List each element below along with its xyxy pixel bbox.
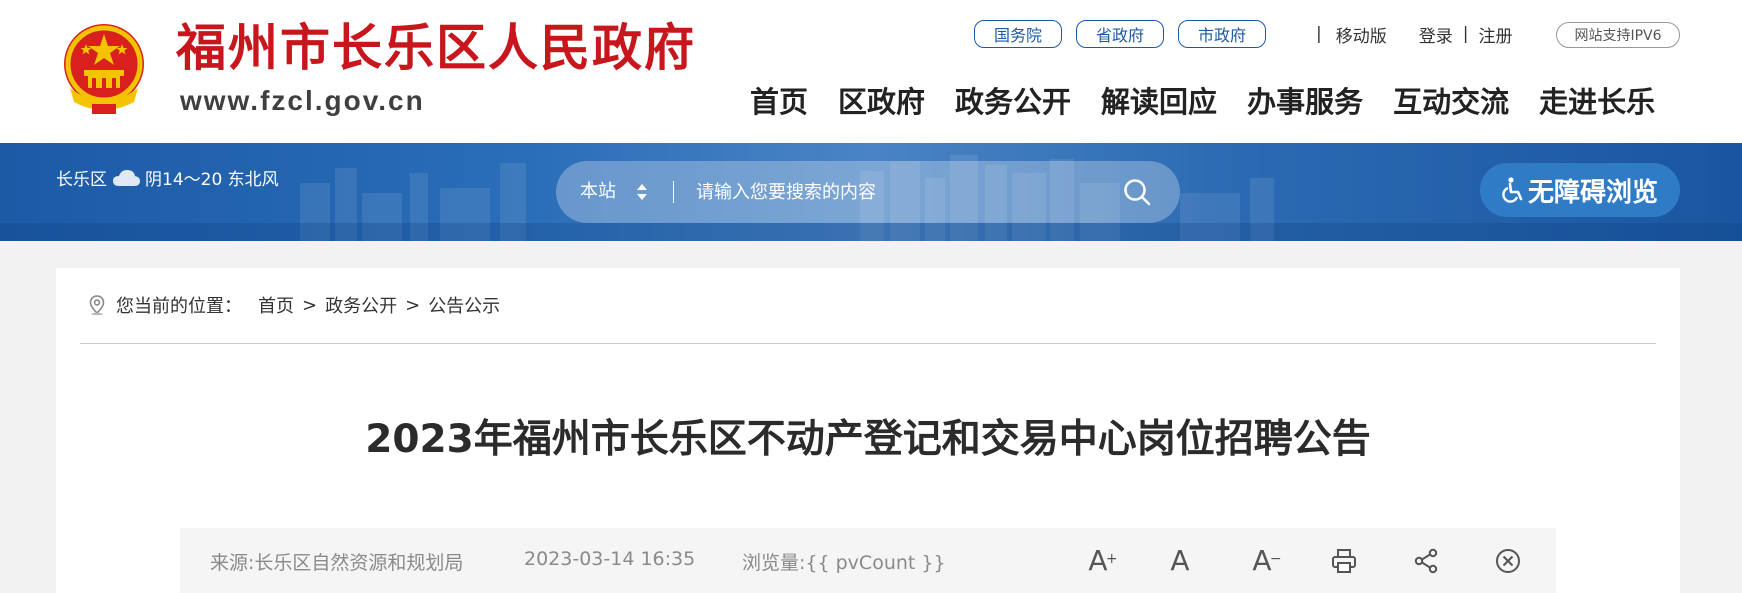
site-url: www.fzcl.gov.cn (180, 85, 425, 116)
wheelchair-icon (1502, 177, 1523, 203)
close-icon (1496, 549, 1520, 573)
close-button[interactable] (1490, 543, 1526, 579)
location-pin-icon (89, 295, 105, 316)
share-button[interactable] (1408, 543, 1444, 579)
nav-district-government[interactable]: 区政府 (838, 78, 925, 126)
mobile-version-link[interactable]: 移动版 (1336, 22, 1387, 47)
nav-interaction[interactable]: 互动交流 (1393, 78, 1509, 126)
font-increase-icon: A + (1088, 544, 1118, 577)
nav-about-changle[interactable]: 走进长乐 (1539, 78, 1655, 126)
breadcrumb-announcements[interactable]: 公告公示 (428, 292, 500, 318)
weather-text: 阴14～20 东北风 (145, 170, 279, 190)
article-card: 您当前的位置： 首页 > 政务公开 > 公告公示 2023年福州市长乐区不动产登… (56, 268, 1680, 593)
search-banner: 长乐区 阴14～20 东北风 本站 无障碍浏览 (0, 143, 1742, 241)
login-link[interactable]: 登录 (1419, 22, 1453, 47)
share-icon (1414, 548, 1438, 574)
font-reset-button[interactable]: A (1162, 543, 1198, 579)
search-icon[interactable] (1122, 177, 1152, 207)
breadcrumb-divider (80, 343, 1656, 344)
article-date: 2023-03-14 16:35 (524, 548, 696, 570)
article-title: 2023年福州市长乐区不动产登记和交易中心岗位招聘公告 (365, 417, 1371, 462)
printer-icon (1332, 549, 1356, 573)
link-city-government[interactable]: 市政府 (1178, 20, 1266, 48)
register-link[interactable]: 注册 (1478, 22, 1512, 47)
site-title[interactable]: 福州市长乐区人民政府 (176, 18, 696, 78)
breadcrumb: 您当前的位置： 首页 > 政务公开 > 公告公示 (88, 292, 500, 318)
breadcrumb-label: 您当前的位置： (116, 296, 242, 317)
breadcrumb-separator: > (302, 294, 318, 316)
font-decrease-button[interactable]: A − (1244, 543, 1282, 579)
main-nav: 首页 区政府 政务公开 解读回应 办事服务 互动交流 走进长乐 (750, 78, 1655, 126)
breadcrumb-government-affairs[interactable]: 政务公开 (325, 292, 397, 318)
article-source: 来源:长乐区自然资源和规划局 (210, 552, 464, 574)
national-emblem-icon (64, 24, 144, 114)
top-links: 国务院 省政府 市政府 | 移动版 登录 | 注册 (974, 20, 1512, 48)
font-increase-button[interactable]: A + (1080, 543, 1118, 579)
nav-interpretation[interactable]: 解读回应 (1101, 78, 1217, 126)
accessibility-label: 无障碍浏览 (1527, 177, 1658, 208)
login-separator: | (1462, 24, 1469, 44)
nav-government-affairs[interactable]: 政务公开 (955, 78, 1071, 126)
link-province-government[interactable]: 省政府 (1076, 20, 1164, 48)
breadcrumb-separator: > (405, 294, 421, 316)
sort-arrows-icon[interactable] (636, 183, 648, 201)
search-divider (673, 181, 674, 203)
font-reset-icon: A (1170, 544, 1190, 577)
search-box: 本站 (556, 161, 1180, 223)
nav-services[interactable]: 办事服务 (1247, 78, 1363, 126)
site-header: 福州市长乐区人民政府 www.fzcl.gov.cn 国务院 省政府 市政府 |… (0, 0, 1742, 143)
top-separator: | (1316, 24, 1322, 44)
article-views: 浏览量:{{ pvCount }} (742, 552, 946, 574)
weather-location: 长乐区 (56, 170, 107, 190)
weather-widget: 长乐区 阴14～20 东北风 (56, 165, 279, 190)
link-state-council[interactable]: 国务院 (974, 20, 1062, 48)
article-meta-bar: 来源:长乐区自然资源和规划局 2023-03-14 16:35 浏览量:{{ p… (180, 528, 1556, 593)
breadcrumb-home[interactable]: 首页 (258, 292, 294, 318)
accessibility-button[interactable]: 无障碍浏览 (1480, 163, 1680, 217)
print-button[interactable] (1326, 543, 1362, 579)
ipv6-badge: 网站支持IPV6 (1556, 22, 1680, 48)
nav-home[interactable]: 首页 (750, 78, 808, 126)
font-decrease-icon: A − (1252, 544, 1282, 577)
cloud-icon (113, 169, 140, 186)
search-scope-select[interactable]: 本站 (580, 161, 616, 223)
search-input[interactable] (696, 174, 1096, 210)
